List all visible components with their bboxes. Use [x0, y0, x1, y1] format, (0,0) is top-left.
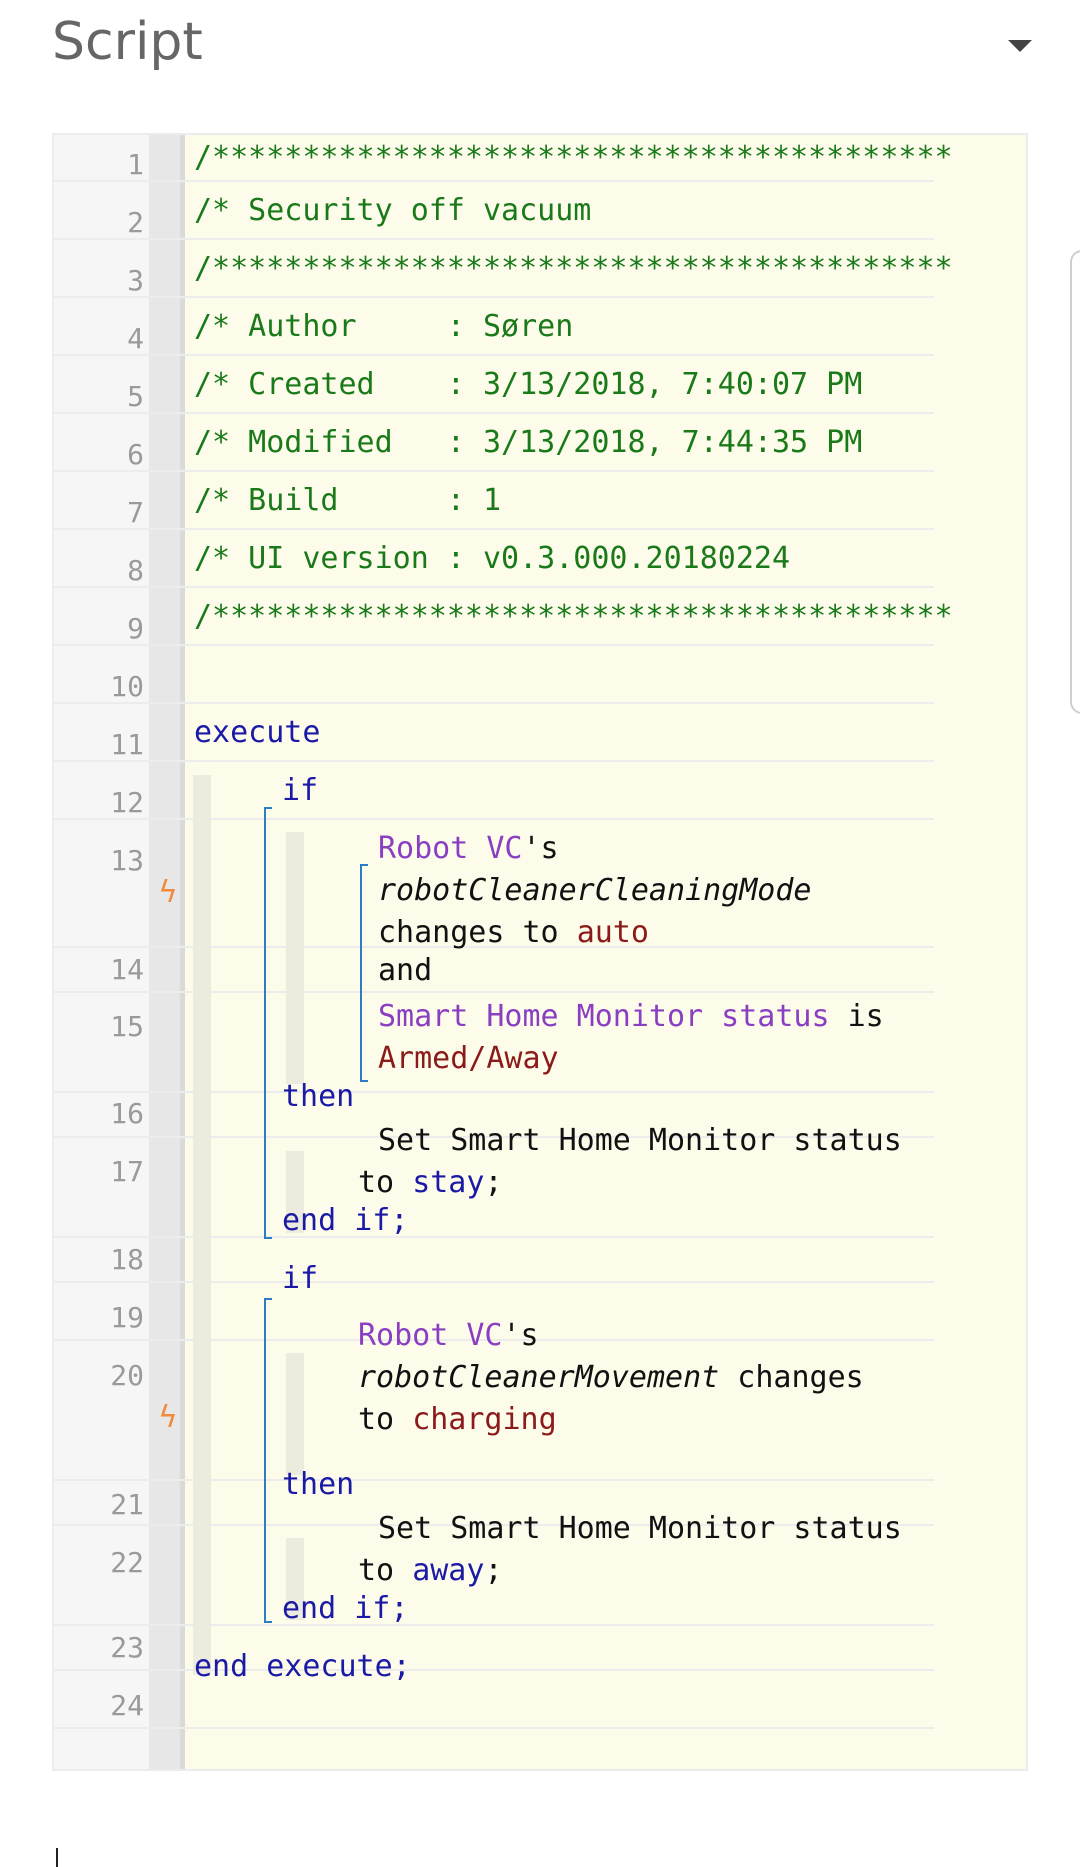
line-separator	[54, 948, 934, 993]
line-number: 9	[127, 612, 144, 645]
line-number: 11	[110, 728, 144, 761]
attribute-name: robotCleanerMovement	[358, 1360, 720, 1395]
if-block-brace	[264, 807, 272, 1239]
then-keyword: then	[282, 1079, 355, 1114]
condition-line[interactable]: Robot VC's	[358, 1315, 539, 1357]
end-if-keyword: end if;	[282, 1203, 409, 1238]
and-operator[interactable]: and	[378, 950, 432, 992]
script-editor[interactable]: 1 2 3 4 5 6 7 8 9 10 11 12 13 14 15 16 1…	[52, 133, 1028, 1771]
line-number: 22	[110, 1546, 144, 1579]
scroll-handle[interactable]	[1070, 250, 1080, 714]
line-number: 23	[110, 1631, 144, 1664]
if-block-brace	[264, 1298, 272, 1623]
comment-line: /* Build : 1	[194, 483, 502, 518]
execute-keyword: execute	[194, 715, 321, 750]
to-text: to	[358, 1402, 395, 1437]
line-separator	[54, 1671, 934, 1729]
attribute-name: robotCleanerCleaningMode	[378, 873, 812, 908]
possessive: 's	[522, 831, 559, 866]
comment-line: /* Created : 3/13/2018, 7:40:07 PM	[194, 367, 863, 402]
end-execute-keyword: end execute;	[194, 1649, 411, 1684]
value-text: Armed/Away	[378, 1041, 559, 1076]
line-separator	[54, 1626, 934, 1671]
line-number: 19	[110, 1301, 144, 1334]
indent-guide	[193, 775, 211, 1675]
text-cursor	[56, 1848, 58, 1867]
line-number: 18	[110, 1243, 144, 1276]
device-name: Robot VC	[378, 831, 523, 866]
action-line: to stay;	[358, 1162, 503, 1204]
line-number: 20	[110, 1359, 144, 1392]
line-number: 2	[127, 206, 144, 239]
device-name: Robot VC	[358, 1318, 503, 1353]
mode-value: stay	[412, 1165, 485, 1200]
line-number: 4	[127, 322, 144, 355]
line-number: 10	[110, 670, 144, 703]
action-line[interactable]: Set Smart Home Monitor status	[378, 1508, 902, 1550]
line-separator	[54, 1238, 934, 1283]
device-name: Smart Home Monitor status	[378, 999, 830, 1034]
changes-text: changes	[737, 1360, 864, 1395]
lightning-bolt-icon: ϟ	[158, 1400, 178, 1435]
line-number: 7	[127, 496, 144, 529]
chevron-down-icon[interactable]	[1008, 40, 1032, 52]
comment-line: /* Author : Søren	[194, 309, 574, 344]
end-if-keyword: end if;	[282, 1591, 409, 1626]
condition-line[interactable]: Robot VC's	[378, 828, 559, 870]
changes-to-text: changes to	[378, 915, 559, 950]
is-text: is	[847, 999, 884, 1034]
page-title: Script	[52, 12, 203, 72]
comment-line: /***************************************…	[194, 140, 953, 175]
value-text: auto	[576, 915, 649, 950]
to-text: to	[358, 1165, 395, 1200]
line-number: 15	[110, 1010, 144, 1043]
line-number: 1	[127, 148, 144, 181]
line-separator	[54, 704, 934, 762]
semicolon: ;	[484, 1165, 503, 1200]
indent-guide	[286, 1353, 304, 1475]
condition-line: robotCleanerMovement changes	[358, 1357, 864, 1399]
condition-line: to charging	[358, 1399, 557, 1441]
line-number: 24	[110, 1689, 144, 1722]
condition-line: changes to auto	[378, 912, 649, 954]
comment-line: /* Modified : 3/13/2018, 7:44:35 PM	[194, 425, 863, 460]
comment-line: /* Security off vacuum	[194, 193, 592, 228]
condition-line[interactable]: Smart Home Monitor status is	[378, 996, 884, 1038]
comment-line: /* UI version : v0.3.000.20180224	[194, 541, 791, 576]
line-number: 14	[110, 953, 144, 986]
mode-value: away	[412, 1553, 485, 1588]
comment-line: /***************************************…	[194, 251, 953, 286]
if-keyword: if	[282, 773, 319, 808]
line-number: 16	[110, 1097, 144, 1130]
action-line[interactable]: Set Smart Home Monitor status	[378, 1120, 902, 1162]
line-number: 5	[127, 380, 144, 413]
then-keyword: then	[282, 1467, 355, 1502]
possessive: 's	[502, 1318, 539, 1353]
condition-group-brace	[360, 864, 368, 1082]
line-number: 8	[127, 554, 144, 587]
value-text: charging	[412, 1402, 557, 1437]
indent-guide	[286, 832, 304, 1084]
line-separator	[54, 646, 934, 704]
if-keyword: if	[282, 1261, 319, 1296]
semicolon: ;	[484, 1553, 503, 1588]
line-separator	[54, 762, 934, 820]
line-number: 13	[110, 844, 144, 877]
to-text: to	[358, 1553, 395, 1588]
comment-line: /***************************************…	[194, 599, 953, 634]
lightning-bolt-icon: ϟ	[158, 875, 178, 910]
line-number: 21	[110, 1488, 144, 1521]
line-number: 12	[110, 786, 144, 819]
action-line: to away;	[358, 1550, 503, 1592]
line-number: 3	[127, 264, 144, 297]
line-number: 6	[127, 438, 144, 471]
line-number: 17	[110, 1155, 144, 1188]
